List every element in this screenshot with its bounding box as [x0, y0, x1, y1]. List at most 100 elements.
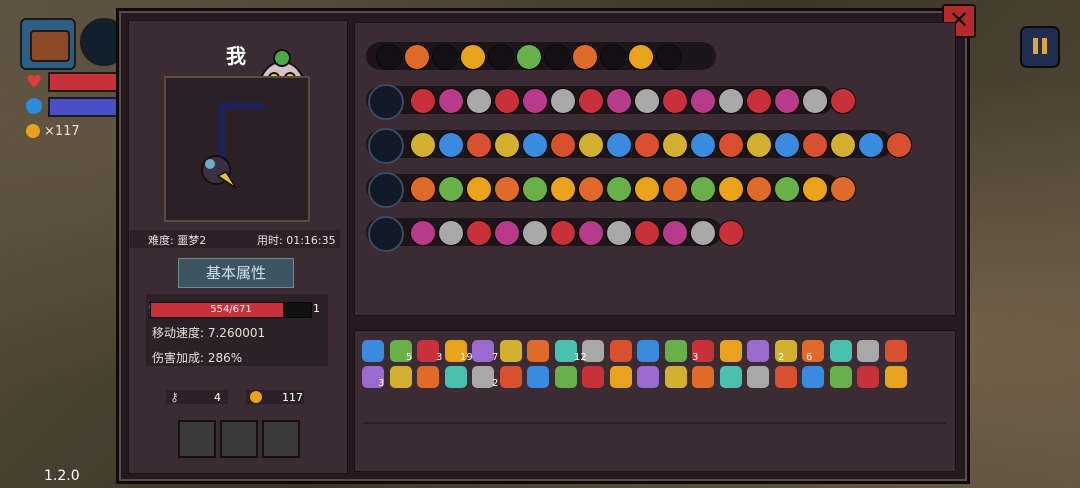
skill-icon[interactable] [522, 220, 548, 246]
skill-icon[interactable] [600, 44, 626, 70]
skill-icon[interactable] [774, 176, 800, 202]
skill-icon[interactable] [886, 132, 912, 158]
skill-icon[interactable] [606, 176, 632, 202]
skill-icon[interactable] [466, 132, 492, 158]
skill-icon[interactable] [718, 132, 744, 158]
skill-icon[interactable] [410, 132, 436, 158]
inventory-item-icon[interactable] [747, 366, 769, 388]
inventory-item-icon[interactable] [802, 366, 824, 388]
skill-icon[interactable] [404, 44, 430, 70]
weapon-icon[interactable] [368, 216, 404, 252]
skill-icon[interactable] [830, 88, 856, 114]
skill-icon[interactable] [830, 132, 856, 158]
skill-icon[interactable] [606, 88, 632, 114]
skill-icon[interactable] [410, 220, 436, 246]
inventory-item-icon[interactable] [829, 340, 852, 362]
skill-icon[interactable] [746, 88, 772, 114]
skill-icon[interactable] [578, 88, 604, 114]
skill-icon[interactable] [774, 132, 800, 158]
skill-icon[interactable] [494, 176, 520, 202]
skill-icon[interactable] [438, 132, 464, 158]
inventory-item-icon[interactable] [417, 366, 439, 388]
skill-icon[interactable] [516, 44, 542, 70]
skill-icon[interactable] [466, 176, 492, 202]
skill-icon[interactable] [460, 44, 486, 70]
skill-icon[interactable] [550, 176, 576, 202]
inventory-item-icon[interactable] [664, 340, 687, 362]
inventory-item-icon[interactable] [472, 340, 494, 362]
inventory-item-icon[interactable] [719, 340, 742, 362]
inventory-item-icon[interactable] [527, 366, 549, 388]
weapon-icon[interactable] [368, 84, 404, 120]
skill-icon[interactable] [438, 220, 464, 246]
skill-icon[interactable] [410, 88, 436, 114]
skill-icon[interactable] [488, 44, 514, 70]
skill-icon[interactable] [802, 176, 828, 202]
inventory-item-icon[interactable] [444, 366, 467, 388]
skill-icon[interactable] [746, 132, 772, 158]
inventory-item-icon[interactable] [554, 366, 577, 388]
skill-icon[interactable] [432, 44, 458, 70]
skill-icon[interactable] [774, 88, 800, 114]
inventory-item-icon[interactable] [637, 366, 659, 388]
skill-icon[interactable] [578, 176, 604, 202]
skill-icon[interactable] [802, 132, 828, 158]
skill-icon[interactable] [522, 132, 548, 158]
skill-icon[interactable] [690, 88, 716, 114]
inventory-item-icon[interactable] [692, 366, 714, 388]
skill-icon[interactable] [550, 220, 576, 246]
skill-icon[interactable] [438, 176, 464, 202]
inventory-item-icon[interactable] [527, 340, 549, 362]
inventory-item-icon[interactable] [389, 366, 412, 388]
inventory-item-icon[interactable] [829, 366, 852, 388]
skill-icon[interactable] [466, 88, 492, 114]
inventory-item-icon[interactable] [884, 366, 907, 388]
inventory-item-icon[interactable] [472, 366, 494, 388]
inventory-item-icon[interactable] [747, 340, 769, 362]
skill-icon[interactable] [550, 88, 576, 114]
skill-icon[interactable] [578, 220, 604, 246]
skill-icon[interactable] [718, 220, 744, 246]
inventory-item-icon[interactable] [582, 366, 604, 388]
inventory-item-icon[interactable] [664, 366, 687, 388]
equip-slot[interactable] [178, 420, 216, 458]
pause-button[interactable] [1020, 26, 1060, 68]
skill-icon[interactable] [662, 176, 688, 202]
skill-icon[interactable] [522, 88, 548, 114]
skill-icon[interactable] [746, 176, 772, 202]
skill-icon[interactable] [634, 176, 660, 202]
chest-hud-icon[interactable] [20, 18, 76, 70]
skill-icon[interactable] [494, 132, 520, 158]
inventory-item-icon[interactable] [637, 340, 659, 362]
skill-icon[interactable] [544, 44, 570, 70]
skill-icon[interactable] [628, 44, 654, 70]
inventory-item-icon[interactable] [857, 340, 879, 362]
equip-slot[interactable] [262, 420, 300, 458]
skill-icon[interactable] [690, 132, 716, 158]
skill-icon[interactable] [830, 176, 856, 202]
inventory-item-icon[interactable] [857, 366, 879, 388]
skill-icon[interactable] [606, 132, 632, 158]
inventory-item-icon[interactable] [499, 340, 522, 362]
skill-icon[interactable] [634, 132, 660, 158]
inventory-item-icon[interactable] [609, 340, 632, 362]
skill-icon[interactable] [662, 220, 688, 246]
skill-icon[interactable] [634, 220, 660, 246]
equip-slot[interactable] [220, 420, 258, 458]
skill-icon[interactable] [522, 176, 548, 202]
skill-icon[interactable] [634, 88, 660, 114]
skill-icon[interactable] [690, 220, 716, 246]
inventory-item-icon[interactable] [884, 340, 907, 362]
skill-icon[interactable] [802, 88, 828, 114]
skill-icon[interactable] [718, 176, 744, 202]
skill-icon[interactable] [550, 132, 576, 158]
inventory-item-icon[interactable] [774, 366, 797, 388]
skill-icon[interactable] [606, 220, 632, 246]
skill-icon[interactable] [578, 132, 604, 158]
weapon-icon[interactable] [368, 172, 404, 208]
skill-icon[interactable] [438, 88, 464, 114]
skill-icon[interactable] [662, 132, 688, 158]
skill-icon[interactable] [572, 44, 598, 70]
skill-icon[interactable] [662, 88, 688, 114]
skill-icon[interactable] [410, 176, 436, 202]
